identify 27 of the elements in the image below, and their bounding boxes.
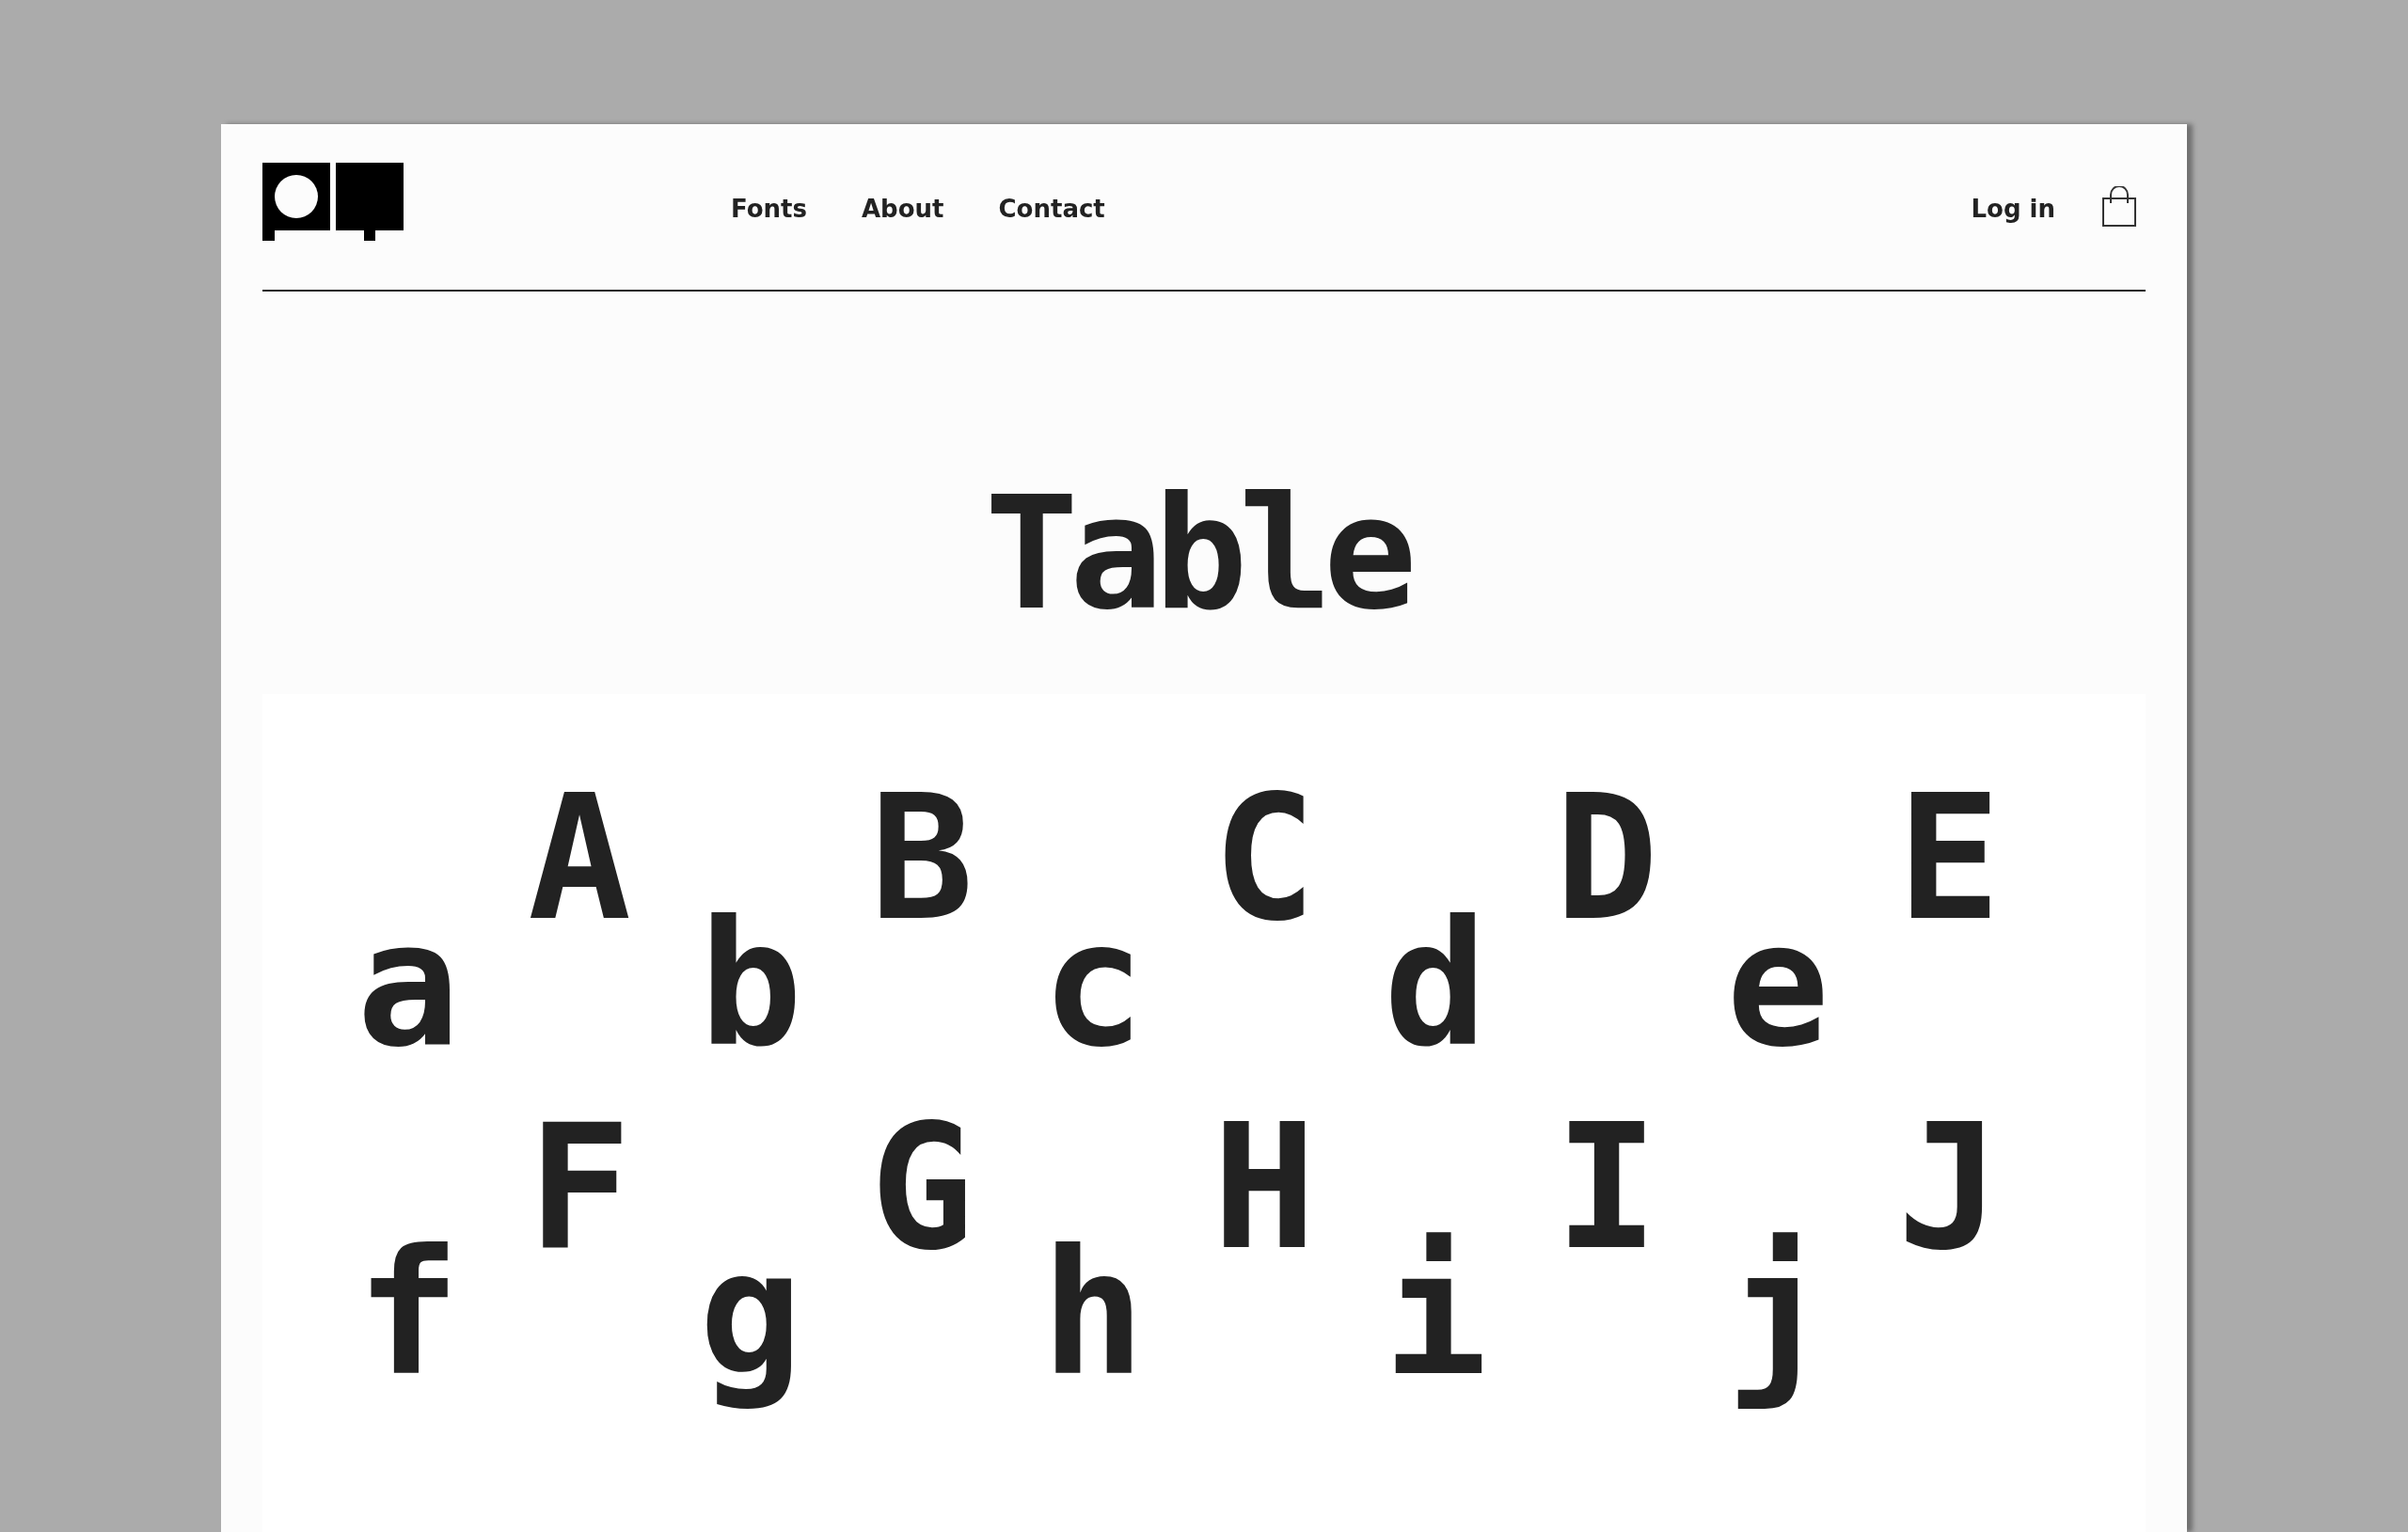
glyph: F — [527, 1088, 632, 1288]
glyph: c — [1040, 884, 1146, 1085]
nav-link[interactable]: About — [862, 194, 944, 225]
glyph: B — [869, 758, 974, 958]
glyph: e — [1725, 884, 1830, 1085]
glyph: A — [527, 758, 632, 958]
glyph: I — [1554, 1088, 1659, 1288]
glyph: j — [1725, 1214, 1830, 1414]
glyph: f — [356, 1214, 461, 1414]
glyph: E — [1896, 758, 2002, 958]
glyph: D — [1554, 758, 1659, 958]
glyph: i — [1383, 1214, 1488, 1414]
glyph: h — [1040, 1214, 1146, 1414]
glyph: H — [1212, 1088, 1317, 1288]
glyph: C — [1212, 758, 1317, 958]
nav-link[interactable]: Fonts — [731, 194, 807, 225]
login-link[interactable]: Log in — [1971, 194, 2055, 225]
glyph: b — [698, 884, 803, 1085]
glyph: g — [698, 1214, 803, 1414]
logo[interactable] — [262, 163, 404, 241]
glyph: d — [1383, 884, 1488, 1085]
glyph: J — [1896, 1088, 2002, 1288]
glyph: a — [356, 884, 461, 1085]
nav-link[interactable]: Contact — [998, 194, 1105, 225]
shopping-bag-icon[interactable] — [2102, 186, 2136, 227]
page-title: Table — [984, 464, 1410, 645]
glyph: G — [869, 1088, 974, 1288]
